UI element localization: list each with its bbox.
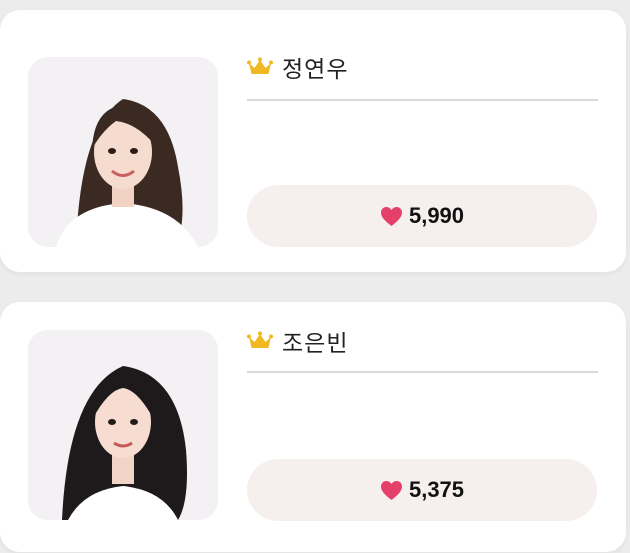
contestant-card: 정연우 5,990 <box>0 10 626 272</box>
like-button[interactable]: 5,990 <box>247 185 597 247</box>
divider <box>247 371 598 373</box>
contestant-name: 정연우 <box>282 57 349 83</box>
portrait-image <box>28 330 218 520</box>
crown-icon <box>247 57 273 74</box>
name-row: 조은빈 <box>247 324 348 358</box>
profile-photo <box>28 330 218 520</box>
crown-icon <box>247 331 273 348</box>
heart-icon <box>380 206 402 226</box>
portrait-image <box>28 57 218 247</box>
contestant-card: 조은빈 5,375 <box>0 302 626 552</box>
like-button[interactable]: 5,375 <box>247 459 597 521</box>
name-row: 정연우 <box>247 50 348 84</box>
contestant-name: 조은빈 <box>282 331 349 357</box>
profile-photo <box>28 57 218 247</box>
like-count: 5,375 <box>408 477 465 502</box>
like-count: 5,990 <box>408 203 465 228</box>
divider <box>247 99 598 101</box>
heart-icon <box>380 480 402 500</box>
